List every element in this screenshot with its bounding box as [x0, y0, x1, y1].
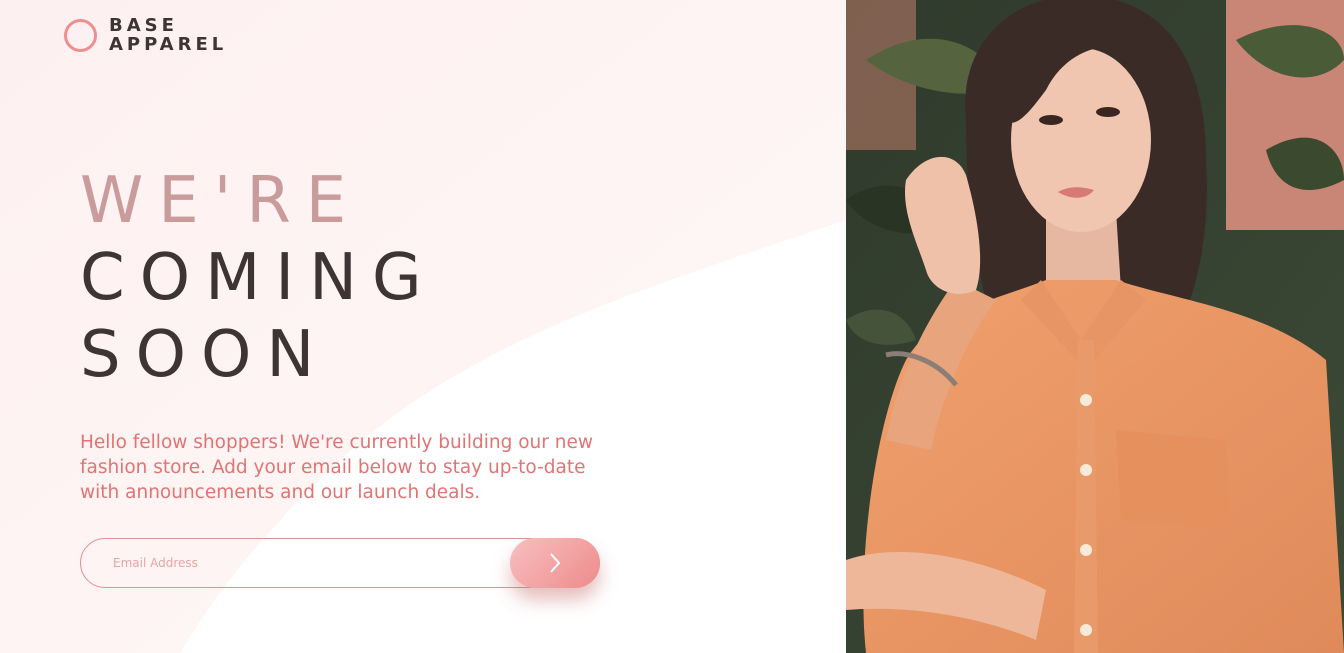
- landing-page: BASE APPAREL WE'RE COMING SOON Hello fel…: [0, 0, 1344, 653]
- logo-ring-icon: [64, 18, 97, 52]
- email-signup-form: [80, 538, 600, 588]
- brand-line-2: APPAREL: [109, 34, 228, 55]
- hero-image: [846, 0, 1344, 653]
- headline-light: WE'RE: [80, 164, 362, 238]
- submit-button[interactable]: [510, 538, 600, 588]
- intro-text: Hello fellow shoppers! We're currently b…: [80, 432, 593, 503]
- hero-photo-illustration: [846, 0, 1344, 653]
- headline-coming: COMING: [80, 241, 437, 315]
- chevron-right-icon: [550, 553, 561, 573]
- brand-line-1: BASE: [109, 15, 178, 36]
- brand-logo[interactable]: BASE APPAREL: [64, 16, 227, 54]
- page-headline: WE'RE COMING SOON: [80, 163, 437, 394]
- headline-soon: SOON: [80, 318, 330, 392]
- brand-name: BASE APPAREL: [109, 16, 227, 54]
